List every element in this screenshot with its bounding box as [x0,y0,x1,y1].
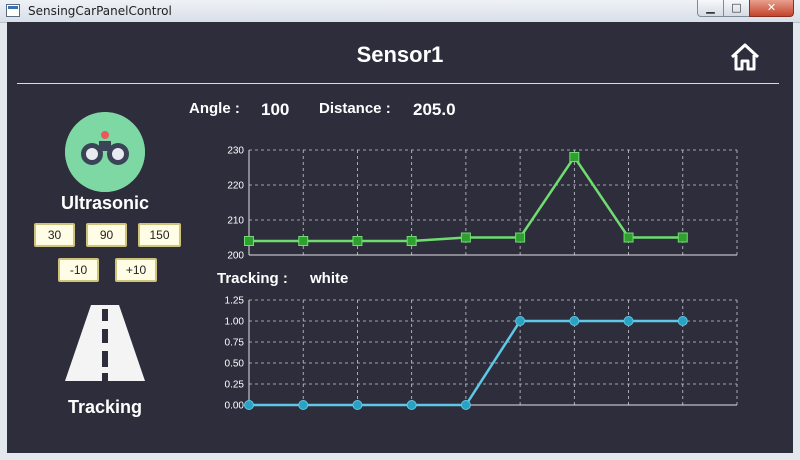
tracking-data-point [406,400,417,410]
tracking-data-point [244,400,254,410]
app-window: SensingCarPanelControl ▁ □ ✕ Sensor1 Ang… [0,0,800,460]
distance-value-wrap: 205.0 [413,100,456,120]
window-title: SensingCarPanelControl [28,4,172,18]
title-bar[interactable]: SensingCarPanelControl ▁ □ ✕ [0,0,800,23]
distance-data-point [623,232,634,243]
distance-ytick-label: 230 [227,146,244,157]
tracking-data-point [352,400,363,410]
page-title: Sensor1 [356,42,444,67]
distance-data-point [244,236,254,246]
distance-value: 205.0 [413,100,456,119]
distance-data-point [406,236,417,246]
tracking-chart: 0.00 0.25 0.50 0.75 1.00 1.25 [225,296,738,412]
tracking-readout: Tracking : [217,270,288,288]
distance-label: Distance : [319,100,391,117]
increase-10-button[interactable]: +10 [115,258,157,282]
tracking-readout-label: Tracking : [217,270,288,287]
distance-chart: 200 210 220 230 [227,146,738,262]
tracking-data-point [298,400,309,410]
angle-label: Angle : [189,100,240,117]
tracking-ytick-label: 1.25 [225,296,245,307]
tracking-data-point [460,400,471,410]
home-icon[interactable] [729,42,761,72]
angle-readout: Angle : [189,100,240,118]
tracking-label: Tracking [67,397,143,417]
distance-ytick-label: 200 [227,251,244,262]
tracking-ytick-label: 0.50 [225,359,245,370]
minimize-button[interactable]: ▁ [697,0,724,17]
binoculars-icon [65,112,145,192]
angle-90-button[interactable]: 90 [86,223,127,247]
distance-data-point [352,236,363,246]
decrease-10-button[interactable]: -10 [58,258,99,282]
tracking-data-point [623,316,634,326]
tracking-value: white [310,270,349,287]
distance-ytick-label: 220 [227,181,244,192]
tracking-data-point [569,316,580,326]
tracking-ytick-label: 0.75 [225,338,245,349]
angle-30-button[interactable]: 30 [34,223,75,247]
tracking-ytick-label: 1.00 [225,317,245,328]
distance-data-point [515,232,526,243]
main-panel: Sensor1 Angle : 100 Distance : 205.0 Ult… [7,22,793,453]
header-divider [17,83,779,84]
distance-data-point [677,232,688,243]
tracking-ytick-label: 0.00 [225,401,245,412]
tracking-ytick-label: 0.25 [225,380,245,391]
road-icon [65,305,145,381]
angle-value-wrap: 100 [261,100,289,120]
distance-ytick-label: 210 [227,216,244,227]
distance-data-point [569,152,580,162]
distance-data-point [298,236,309,246]
close-button[interactable]: ✕ [749,0,794,17]
angle-value: 100 [261,100,290,119]
tracking-data-point [677,316,688,326]
maximize-button[interactable]: □ [723,0,750,17]
tracking-value-wrap: white [310,270,348,288]
app-icon [6,4,20,17]
distance-data-point [460,232,471,243]
tracking-data-point [515,316,526,326]
distance-readout: Distance : [319,100,391,118]
ultrasonic-label: Ultrasonic [60,193,150,213]
angle-150-button[interactable]: 150 [138,223,181,247]
